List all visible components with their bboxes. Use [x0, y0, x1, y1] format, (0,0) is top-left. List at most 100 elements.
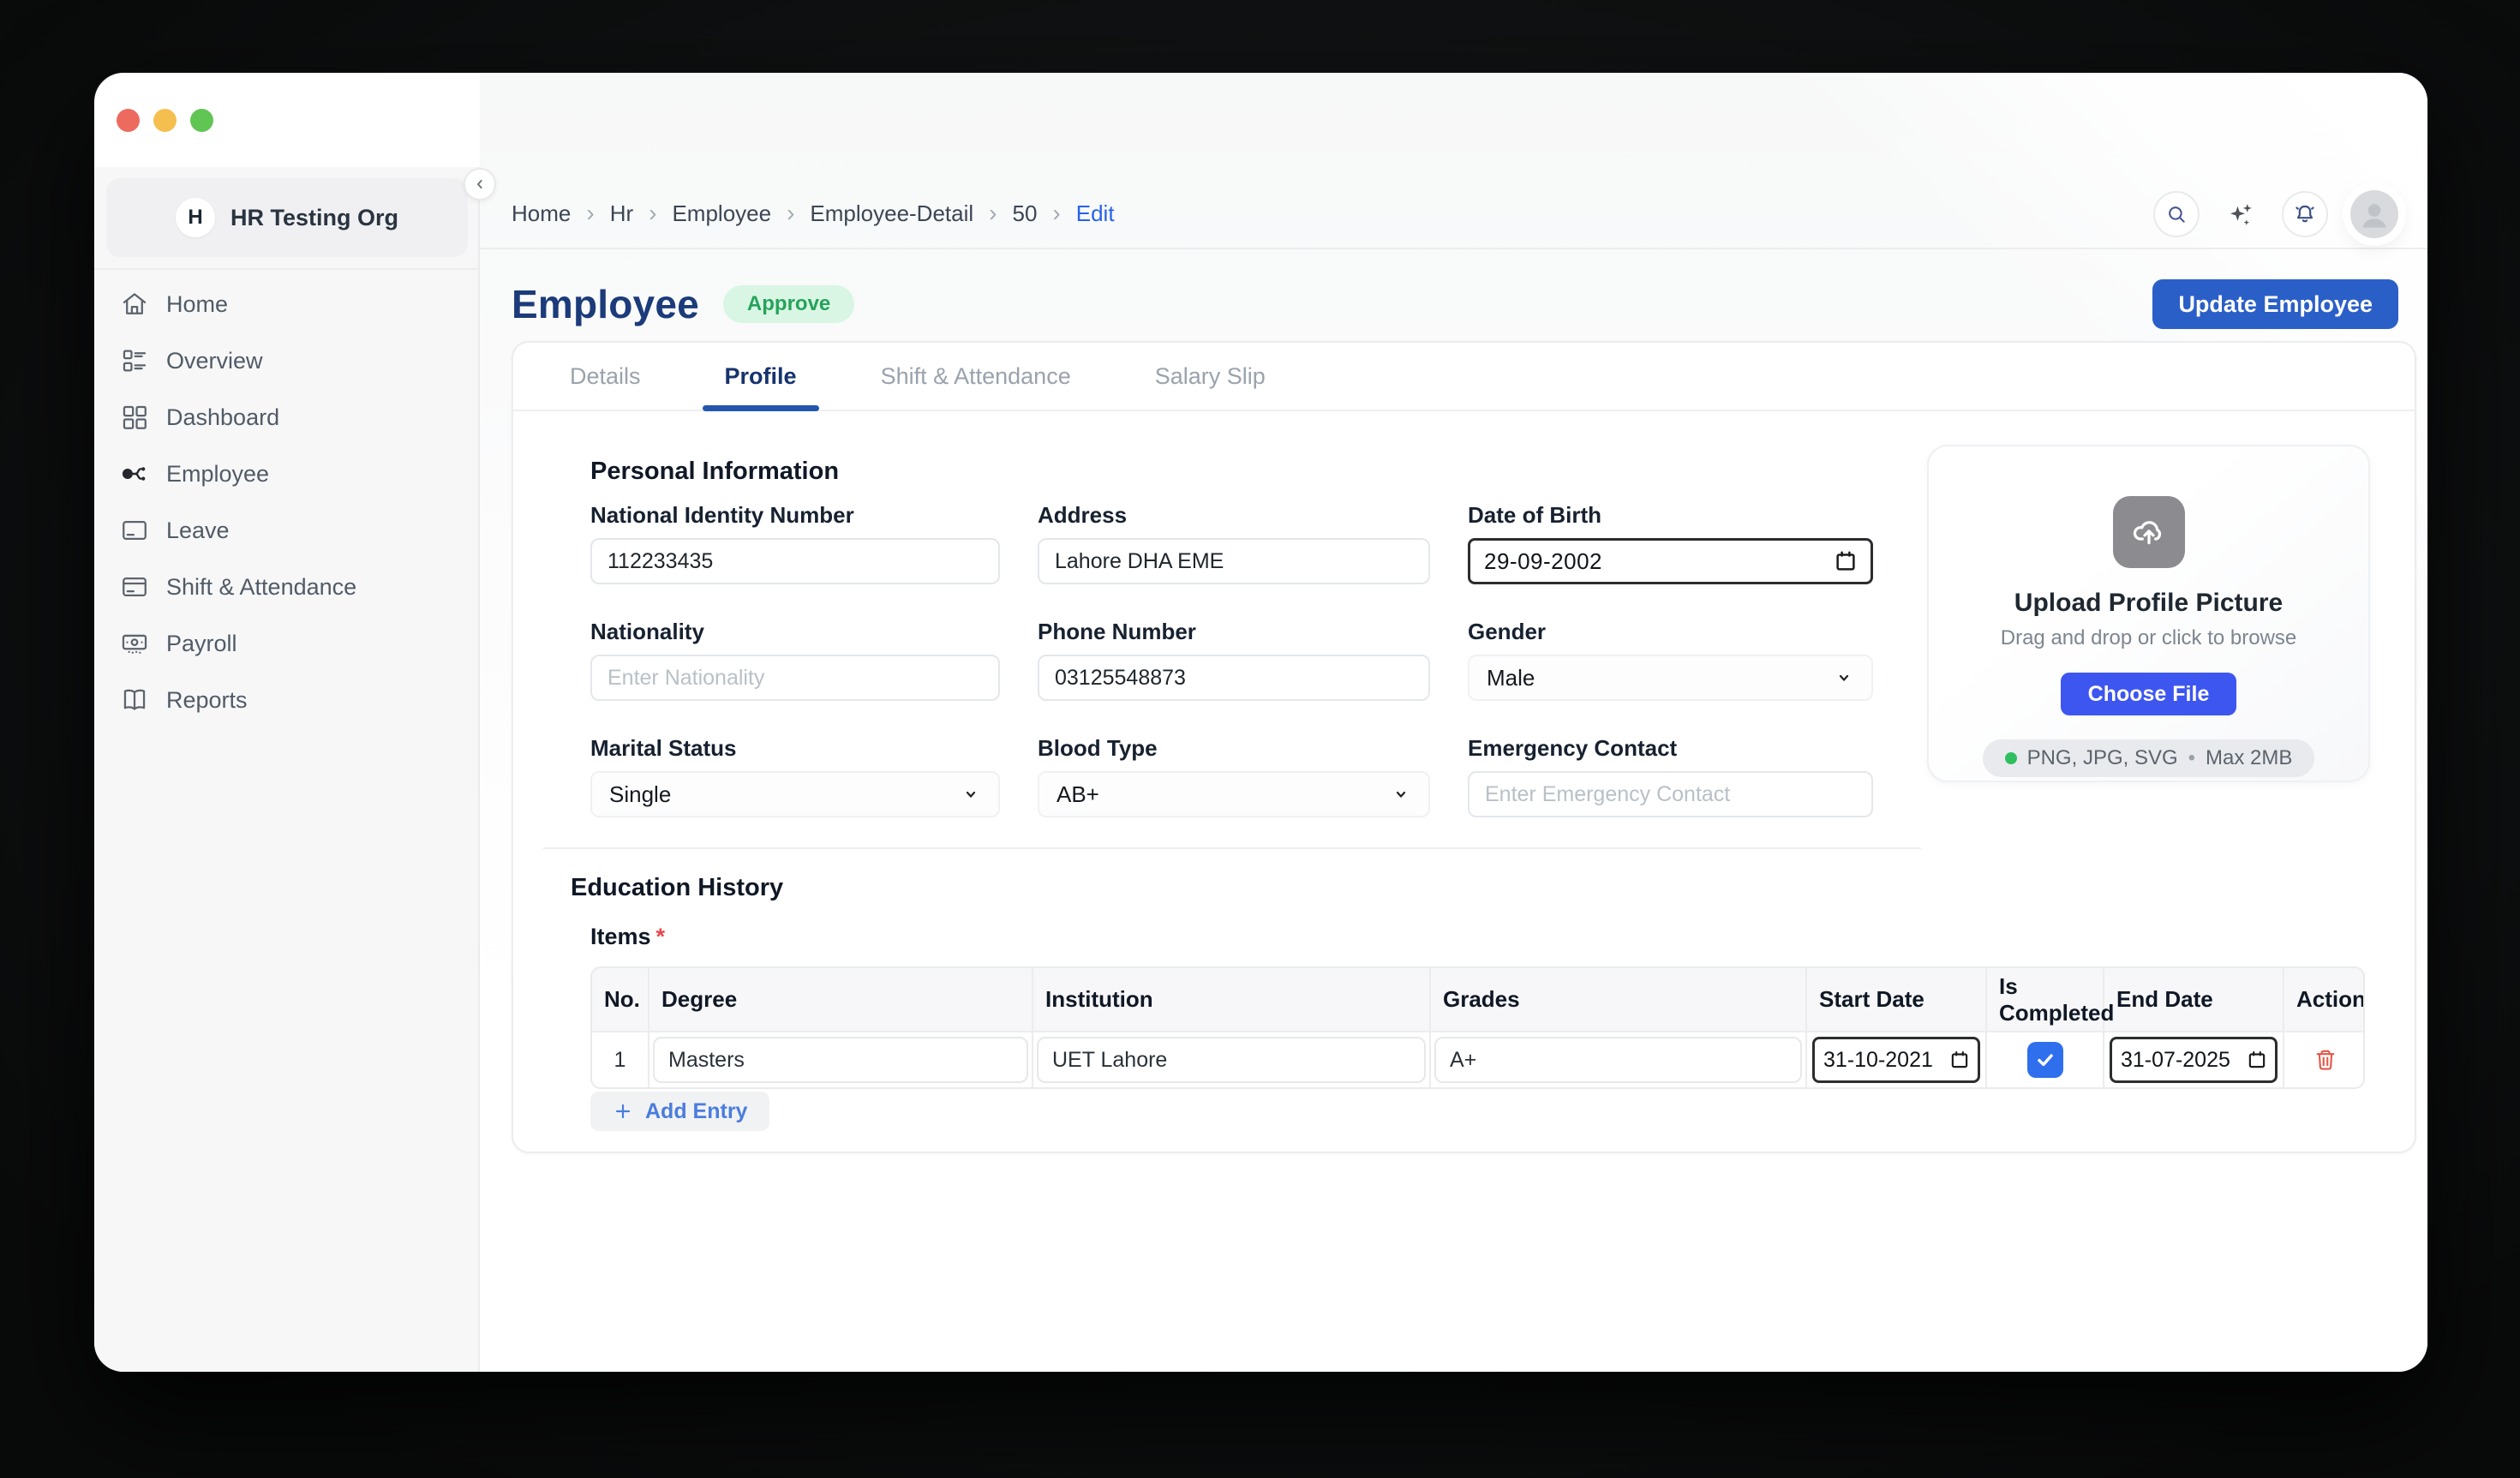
address-input[interactable] — [1038, 538, 1430, 584]
field-emergency-contact: Emergency Contact — [1468, 735, 1873, 817]
sidebar-item-label: Employee — [166, 461, 269, 488]
sidebar-item-employee[interactable]: Employee — [94, 446, 476, 502]
breadcrumb-item-hr[interactable]: Hr — [610, 200, 633, 227]
minimize-window-button[interactable] — [153, 109, 177, 132]
zoom-window-button[interactable] — [190, 109, 213, 132]
window-controls — [117, 109, 213, 132]
field-label: Nationality — [590, 619, 1000, 644]
sidebar-item-overview[interactable]: Overview — [94, 332, 476, 389]
national-identity-number-input[interactable] — [590, 538, 1000, 584]
sidebar-item-label: Dashboard — [166, 404, 279, 431]
items-label: Items* — [590, 924, 665, 950]
table-header-row: No. Degree Institution Grades Start Date… — [592, 968, 2363, 1031]
breadcrumb-item-employee-detail[interactable]: Employee-Detail — [810, 200, 973, 227]
column-header-grades: Grades — [1431, 968, 1807, 1031]
choose-file-button[interactable]: Choose File — [2061, 673, 2237, 715]
is-completed-checkbox[interactable] — [2029, 1044, 2062, 1076]
user-avatar[interactable] — [2350, 190, 2398, 238]
breadcrumb-separator: › — [649, 200, 656, 227]
payroll-icon — [120, 629, 149, 658]
marital-status-select[interactable]: Single — [590, 771, 1000, 817]
add-entry-label: Add Entry — [645, 1099, 747, 1124]
sidebar-divider — [94, 268, 478, 270]
org-switcher[interactable]: H HR Testing Org — [106, 178, 468, 257]
upload-icon-tile — [2113, 496, 2185, 568]
search-button[interactable] — [2153, 191, 2200, 237]
field-label: Emergency Contact — [1468, 735, 1873, 761]
required-asterisk: * — [656, 924, 666, 949]
dashboard-icon — [120, 403, 149, 432]
breadcrumb-item-50[interactable]: 50 — [1012, 200, 1037, 227]
upload-dropzone[interactable]: Upload Profile Picture Drag and drop or … — [1927, 445, 2370, 782]
check-icon — [2034, 1049, 2056, 1071]
nationality-input[interactable] — [590, 655, 1000, 701]
ai-assistant-button[interactable] — [2222, 195, 2260, 233]
notifications-button[interactable] — [2282, 191, 2328, 237]
phone-number-input[interactable] — [1038, 655, 1430, 701]
calendar-icon — [1833, 548, 1859, 574]
sidebar-item-dashboard[interactable]: Dashboard — [94, 389, 476, 446]
max-size: Max 2MB — [2206, 746, 2292, 770]
breadcrumb-item-employee[interactable]: Employee — [672, 200, 771, 227]
gender-select[interactable]: Male — [1468, 655, 1873, 701]
breadcrumb-item-edit[interactable]: Edit — [1076, 200, 1115, 227]
tab-profile[interactable]: Profile — [703, 343, 819, 410]
sidebar-item-payroll[interactable]: Payroll — [94, 615, 476, 672]
end-date-input[interactable]: 31-07-2025 — [2110, 1037, 2278, 1083]
chevron-down-icon — [1834, 667, 1854, 688]
grades-input[interactable] — [1434, 1037, 1802, 1083]
sidebar-item-reports[interactable]: Reports — [94, 672, 476, 728]
degree-input[interactable] — [653, 1037, 1028, 1083]
update-employee-button[interactable]: Update Employee — [2152, 279, 2398, 329]
field-label: Date of Birth — [1468, 502, 1873, 528]
overview-icon — [120, 346, 149, 375]
emergency-contact-input[interactable] — [1468, 771, 1873, 817]
sidebar-item-label: Overview — [166, 348, 263, 374]
select-value: Male — [1487, 665, 1535, 691]
field-phone-number: Phone Number — [1038, 619, 1430, 701]
page-title: Employee — [512, 281, 699, 327]
tab-shift-attendance[interactable]: Shift & Attendance — [859, 343, 1093, 410]
plus-icon — [613, 1101, 633, 1122]
status-badge: Approve — [723, 285, 854, 323]
app-window: H HR Testing Org Home Overview D — [94, 73, 2427, 1372]
breadcrumb-separator: › — [1052, 200, 1060, 227]
field-marital-status: Marital Status Single — [590, 735, 1000, 817]
is-completed-cell — [1987, 1031, 2104, 1087]
chevron-left-icon — [471, 176, 488, 193]
actions-cell — [2284, 1031, 2365, 1087]
start-date-input[interactable]: 31-10-2021 — [1812, 1037, 1980, 1083]
breadcrumb-separator: › — [989, 200, 997, 227]
tab-details[interactable]: Details — [548, 343, 663, 410]
delete-row-button[interactable] — [2307, 1041, 2344, 1079]
pill-separator: • — [2188, 746, 2195, 770]
personal-information-heading: Personal Information — [590, 458, 839, 486]
breadcrumb-item-home[interactable]: Home — [512, 200, 571, 227]
tab-salary-slip[interactable]: Salary Slip — [1133, 343, 1288, 410]
grades-cell — [1431, 1031, 1807, 1087]
reports-icon — [120, 685, 149, 715]
page-header: Employee Approve Update Employee — [512, 278, 2398, 330]
trash-icon — [2313, 1047, 2338, 1073]
file-constraints-badge: PNG, JPG, SVG • Max 2MB — [1983, 739, 2315, 777]
shift-attendance-icon — [120, 572, 149, 601]
select-value: AB+ — [1056, 781, 1099, 808]
org-name: HR Testing Org — [230, 205, 398, 231]
cloud-upload-icon — [2129, 512, 2169, 552]
field-nationality: Nationality — [590, 619, 1000, 701]
blood-type-select[interactable]: AB+ — [1038, 771, 1430, 817]
start-date-cell: 31-10-2021 — [1807, 1031, 1987, 1087]
date-value: 31-10-2021 — [1823, 1048, 1933, 1073]
sidebar-item-home[interactable]: Home — [94, 276, 476, 332]
bell-icon — [2293, 202, 2317, 226]
breadcrumb-separator: › — [787, 200, 794, 227]
sidebar-collapse-button[interactable] — [464, 168, 496, 200]
date-value: 31-07-2025 — [2121, 1048, 2230, 1073]
add-entry-button[interactable]: Add Entry — [590, 1092, 769, 1131]
date-of-birth-input[interactable]: 29-09-2002 — [1468, 538, 1873, 584]
breadcrumb-separator: › — [586, 200, 594, 227]
institution-input[interactable] — [1037, 1037, 1426, 1083]
sidebar-item-shift-attendance[interactable]: Shift & Attendance — [94, 559, 476, 615]
sidebar-item-leave[interactable]: Leave — [94, 502, 476, 559]
close-window-button[interactable] — [117, 109, 140, 132]
